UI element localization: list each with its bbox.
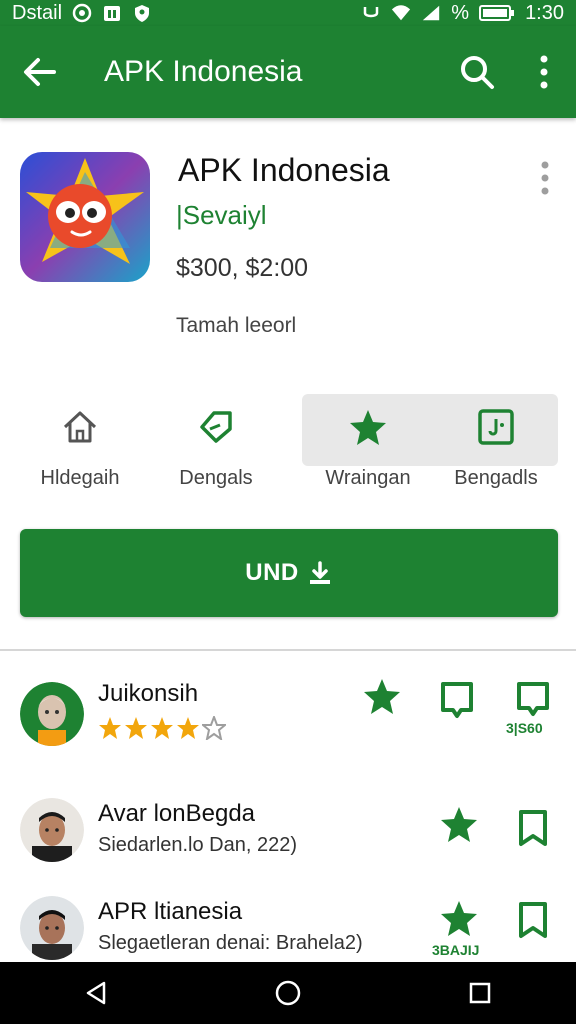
sync-icon <box>72 3 92 23</box>
vibrate-icon <box>361 3 381 23</box>
clock: 1:30 <box>525 1 564 24</box>
system-nav-bar <box>0 962 576 1024</box>
download-icon <box>307 560 333 586</box>
action-label: Hldegaih <box>40 467 120 489</box>
rating-stars <box>98 716 226 740</box>
battery-percent: % <box>451 1 470 24</box>
status-text: Dstail <box>12 1 63 24</box>
avatar <box>20 798 84 862</box>
review-count: 3|S60 <box>506 720 543 736</box>
bookmark-icon[interactable] <box>513 808 553 848</box>
calendar-icon <box>476 407 516 447</box>
install-label: UND <box>245 559 299 586</box>
star-icon[interactable] <box>439 804 479 844</box>
nav-recents-icon[interactable] <box>460 973 500 1013</box>
star-icon <box>348 407 388 447</box>
star-empty-icon <box>202 716 226 740</box>
action-calendar[interactable]: Bengadls <box>426 393 566 503</box>
action-label: Dengals <box>179 467 253 489</box>
app-bar-title: APK Indonesia <box>104 55 303 88</box>
action-row: Hldegaih Dengals Wraingan Bengadls <box>0 393 576 503</box>
avatar <box>20 682 84 746</box>
star-filled-icon <box>99 717 121 739</box>
app-logo <box>20 152 150 282</box>
avatar <box>20 896 84 960</box>
star-filled-icon <box>125 717 147 739</box>
bookmark-icon[interactable] <box>513 900 553 940</box>
review-item[interactable]: Juikonsih 3|S60 <box>0 670 576 770</box>
review-item[interactable]: Avar lonBegda Siedarlen.lo Dan, 222) <box>0 790 576 890</box>
star-filled-icon <box>177 717 199 739</box>
star-icon[interactable] <box>439 898 479 938</box>
comment-icon[interactable] <box>513 680 553 720</box>
app-name: APK Indonesia <box>178 152 390 188</box>
home-icon <box>60 407 100 447</box>
review-count: 3BAJIJ <box>432 942 480 958</box>
review-author: Avar lonBegda <box>98 800 256 827</box>
review-text: Slegaetleran denai: Brahela2) <box>98 932 363 954</box>
action-home[interactable]: Hldegaih <box>10 393 150 503</box>
action-wishlist[interactable]: Wraingan <box>298 393 438 503</box>
search-icon[interactable] <box>455 50 499 94</box>
section-divider <box>0 649 576 651</box>
store-icon <box>102 3 122 23</box>
developer-link[interactable]: |Sevaiyl <box>176 200 267 231</box>
nav-back-icon[interactable] <box>76 973 116 1013</box>
status-bar: Dstail % 1:30 <box>0 0 576 26</box>
price-label: $300, $2:00 <box>176 254 309 282</box>
review-author: Juikonsih <box>98 680 199 707</box>
more-vert-icon[interactable] <box>526 50 562 94</box>
back-arrow-icon[interactable] <box>18 50 62 94</box>
tagline: Tamah leeorl <box>176 314 297 337</box>
action-label: Wraingan <box>325 467 411 489</box>
action-label: Bengadls <box>454 467 538 489</box>
star-icon[interactable] <box>362 676 402 716</box>
tag-icon <box>196 407 236 447</box>
battery-icon <box>479 3 515 23</box>
bookmark-icon[interactable] <box>437 680 477 720</box>
install-button[interactable]: UND <box>20 529 558 617</box>
app-bar: APK Indonesia <box>0 26 576 118</box>
star-filled-icon <box>151 717 173 739</box>
nav-home-icon[interactable] <box>268 973 308 1013</box>
shield-icon <box>132 3 152 23</box>
wifi-icon <box>391 3 411 23</box>
action-deals[interactable]: Dengals <box>146 393 286 503</box>
more-vert-icon[interactable] <box>532 158 558 198</box>
signal-icon <box>421 3 441 23</box>
review-text: Siedarlen.lo Dan, 222) <box>98 834 298 856</box>
review-author: APR ltianesia <box>98 898 243 925</box>
